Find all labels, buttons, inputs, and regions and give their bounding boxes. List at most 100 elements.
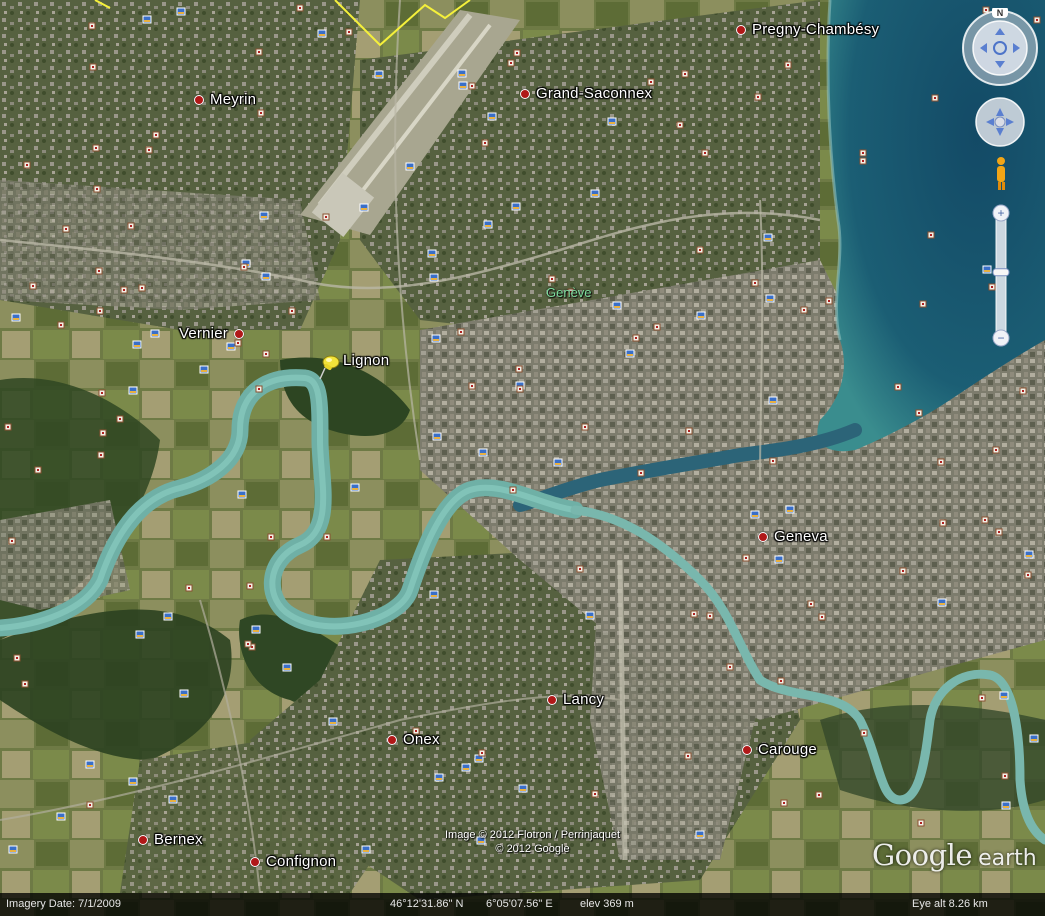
photo-icon[interactable] xyxy=(511,202,521,211)
poi-marker-icon[interactable] xyxy=(769,457,777,465)
poi-marker-icon[interactable] xyxy=(246,582,254,590)
poi-marker-icon[interactable] xyxy=(257,109,265,117)
poi-marker-icon[interactable] xyxy=(62,225,70,233)
poi-marker-icon[interactable] xyxy=(859,157,867,165)
photo-icon[interactable] xyxy=(612,301,622,310)
photo-icon[interactable] xyxy=(1024,550,1034,559)
poi-marker-icon[interactable] xyxy=(240,263,248,271)
zoom-in-button[interactable]: + xyxy=(997,206,1004,220)
poi-marker-icon[interactable] xyxy=(859,149,867,157)
poi-marker-icon[interactable] xyxy=(690,610,698,618)
poi-marker-icon[interactable] xyxy=(927,231,935,239)
photo-icon[interactable] xyxy=(359,203,369,212)
photo-icon[interactable] xyxy=(937,598,947,607)
poi-marker-icon[interactable] xyxy=(653,323,661,331)
place-meyrin[interactable]: Meyrin xyxy=(194,91,256,108)
poi-marker-icon[interactable] xyxy=(138,284,146,292)
photo-icon[interactable] xyxy=(282,663,292,672)
poi-marker-icon[interactable] xyxy=(244,640,252,648)
photo-icon[interactable] xyxy=(179,689,189,698)
photo-icon[interactable] xyxy=(483,220,493,229)
photo-icon[interactable] xyxy=(374,70,384,79)
poi-marker-icon[interactable] xyxy=(1001,772,1009,780)
poi-marker-icon[interactable] xyxy=(919,300,927,308)
poi-marker-icon[interactable] xyxy=(860,729,868,737)
satellite-imagery[interactable] xyxy=(0,0,1045,916)
photo-icon[interactable] xyxy=(429,590,439,599)
poi-marker-icon[interactable] xyxy=(981,516,989,524)
poi-marker-icon[interactable] xyxy=(288,307,296,315)
place-geneva[interactable]: Geneva xyxy=(758,528,828,545)
poi-marker-icon[interactable] xyxy=(57,321,65,329)
photo-icon[interactable] xyxy=(135,630,145,639)
poi-marker-icon[interactable] xyxy=(185,584,193,592)
poi-marker-icon[interactable] xyxy=(637,469,645,477)
photo-icon[interactable] xyxy=(1001,801,1011,810)
photo-icon[interactable] xyxy=(350,483,360,492)
poi-marker-icon[interactable] xyxy=(995,528,1003,536)
poi-marker-icon[interactable] xyxy=(754,93,762,101)
photo-icon[interactable] xyxy=(328,717,338,726)
photo-icon[interactable] xyxy=(251,625,261,634)
poi-marker-icon[interactable] xyxy=(1019,387,1027,395)
poi-marker-icon[interactable] xyxy=(807,600,815,608)
poi-marker-icon[interactable] xyxy=(97,451,105,459)
photo-icon[interactable] xyxy=(518,784,528,793)
poi-marker-icon[interactable] xyxy=(676,121,684,129)
poi-marker-icon[interactable] xyxy=(89,63,97,71)
photo-icon[interactable] xyxy=(553,458,563,467)
poi-marker-icon[interactable] xyxy=(894,383,902,391)
photo-icon[interactable] xyxy=(585,611,595,620)
photo-icon[interactable] xyxy=(785,505,795,514)
photo-icon[interactable] xyxy=(405,162,415,171)
poi-marker-icon[interactable] xyxy=(777,677,785,685)
poi-marker-icon[interactable] xyxy=(931,94,939,102)
poi-marker-icon[interactable] xyxy=(96,307,104,315)
photo-icon[interactable] xyxy=(478,448,488,457)
poi-marker-icon[interactable] xyxy=(509,486,517,494)
photo-icon[interactable] xyxy=(199,365,209,374)
poi-marker-icon[interactable] xyxy=(726,663,734,671)
poi-marker-icon[interactable] xyxy=(684,752,692,760)
photo-icon[interactable] xyxy=(774,555,784,564)
photo-icon[interactable] xyxy=(168,795,178,804)
poi-marker-icon[interactable] xyxy=(4,423,12,431)
photo-icon[interactable] xyxy=(11,313,21,322)
move-joystick[interactable] xyxy=(975,97,1025,147)
poi-marker-icon[interactable] xyxy=(88,22,96,30)
photo-icon[interactable] xyxy=(427,249,437,258)
poi-marker-icon[interactable] xyxy=(681,70,689,78)
photo-icon[interactable] xyxy=(85,760,95,769)
poi-marker-icon[interactable] xyxy=(127,222,135,230)
poi-marker-icon[interactable] xyxy=(706,612,714,620)
poi-marker-icon[interactable] xyxy=(818,613,826,621)
poi-marker-icon[interactable] xyxy=(8,537,16,545)
poi-marker-icon[interactable] xyxy=(800,306,808,314)
poi-marker-icon[interactable] xyxy=(322,213,330,221)
photo-icon[interactable] xyxy=(237,490,247,499)
poi-marker-icon[interactable] xyxy=(751,279,759,287)
photo-icon[interactable] xyxy=(487,112,497,121)
look-joystick[interactable] xyxy=(962,10,1038,86)
photo-icon[interactable] xyxy=(457,69,467,78)
poi-marker-icon[interactable] xyxy=(23,161,31,169)
photo-icon[interactable] xyxy=(142,15,152,24)
poi-marker-icon[interactable] xyxy=(825,297,833,305)
photo-icon[interactable] xyxy=(176,7,186,16)
poi-marker-icon[interactable] xyxy=(296,4,304,12)
poi-marker-icon[interactable] xyxy=(457,328,465,336)
photo-icon[interactable] xyxy=(259,211,269,220)
photo-icon[interactable] xyxy=(431,334,441,343)
poi-marker-icon[interactable] xyxy=(13,654,21,662)
photo-icon[interactable] xyxy=(128,386,138,395)
poi-marker-icon[interactable] xyxy=(742,554,750,562)
poi-marker-icon[interactable] xyxy=(939,519,947,527)
photo-icon[interactable] xyxy=(128,777,138,786)
poi-marker-icon[interactable] xyxy=(1024,571,1032,579)
photo-icon[interactable] xyxy=(150,329,160,338)
poi-marker-icon[interactable] xyxy=(34,466,42,474)
photo-icon[interactable] xyxy=(765,294,775,303)
place-pregny-chambesy[interactable]: Pregny-Chambésy xyxy=(736,21,879,38)
photo-icon[interactable] xyxy=(56,812,66,821)
zoom-slider-thumb[interactable] xyxy=(992,268,1010,277)
